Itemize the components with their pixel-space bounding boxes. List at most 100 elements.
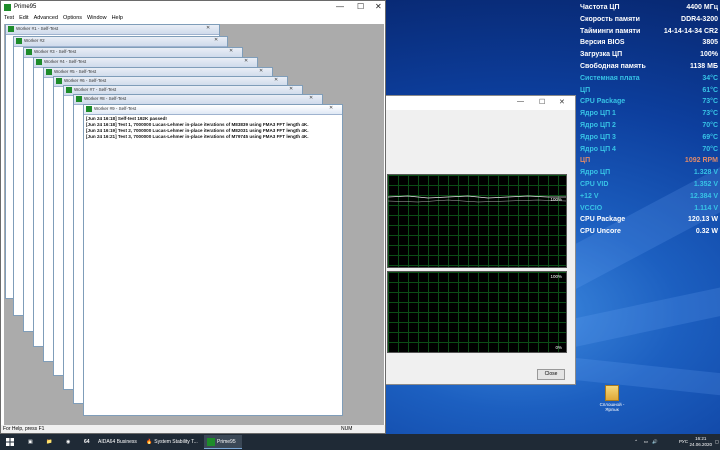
sensor-row: Системная плата 34°C bbox=[580, 73, 718, 85]
sensor-value: 4400 МГц bbox=[686, 4, 718, 11]
mdi-client-area: Worker #1 - Self-Test ✕ Worker #2 ✕ Work… bbox=[4, 24, 384, 426]
taskbar-item-prime95[interactable]: Prime95 bbox=[204, 435, 242, 449]
menu-advanced[interactable]: Advanced bbox=[34, 14, 58, 23]
stability-icon: 🔥 bbox=[146, 439, 153, 445]
shortcut-label: Сплошной - Ярлык bbox=[599, 402, 625, 412]
sensor-label: Свободная память bbox=[580, 62, 646, 70]
sensor-value: 61°C bbox=[702, 86, 718, 94]
sensor-label: Загрузка ЦП bbox=[580, 51, 623, 59]
clock-time: 16:21 bbox=[695, 436, 707, 441]
close-icon[interactable]: ✕ bbox=[274, 77, 278, 83]
notifications-icon[interactable]: ▢ bbox=[715, 434, 719, 450]
num-lock-indicator: NUM bbox=[341, 426, 353, 432]
close-icon[interactable]: ✕ bbox=[259, 68, 263, 74]
worker-window-9[interactable]: Worker #9 - Self-Test ✕ [Jun 24 16:18] S… bbox=[83, 104, 343, 416]
sensor-row: Ядро ЦП 4 70°C bbox=[580, 144, 718, 156]
sensor-value: 73°C bbox=[702, 98, 718, 106]
menu-window[interactable]: Window bbox=[87, 14, 107, 23]
desktop-shortcut[interactable]: Сплошной - Ярлык bbox=[598, 385, 626, 412]
minimize-icon[interactable]: — bbox=[336, 2, 344, 11]
close-icon[interactable]: ✕ bbox=[329, 105, 333, 111]
worker-log: [Jun 24 16:18] Self-test 192K passed! [J… bbox=[84, 115, 342, 141]
volume-icon[interactable]: 🔊 bbox=[652, 434, 658, 450]
sensor-value: 73°C bbox=[702, 110, 718, 118]
close-icon[interactable]: ✕ bbox=[244, 58, 248, 64]
sensor-label: Частота ЦП bbox=[580, 4, 620, 11]
log-line: [Jun 24 16:21] Test 3, 7000000 Lucas-Leh… bbox=[86, 134, 309, 139]
sensor-label: Тайминги памяти bbox=[580, 27, 641, 35]
sensor-row: CPU Package 73°C bbox=[580, 96, 718, 108]
sensor-label: VCCIO bbox=[580, 204, 603, 212]
sensor-value: 12.384 V bbox=[689, 192, 718, 200]
sensor-row: Ядро ЦП 2 70°C bbox=[580, 120, 718, 132]
sensor-row: Тайминги памяти 14-14-14-34 CR2 bbox=[580, 26, 718, 38]
sensor-value: 1.352 V bbox=[693, 180, 718, 188]
sensor-label: CPU Package bbox=[580, 216, 626, 224]
windows-start-icon[interactable] bbox=[6, 438, 14, 446]
prime95-icon bbox=[207, 438, 215, 446]
sensor-label: +12 V bbox=[580, 192, 599, 200]
close-icon[interactable]: ✕ bbox=[214, 37, 218, 43]
clock-date: 24.06.2020 bbox=[689, 442, 712, 447]
sensor-label: CPU Uncore bbox=[580, 228, 621, 236]
sensor-value: 70°C bbox=[702, 145, 718, 153]
sensor-row: CPU VID 1.352 V bbox=[580, 179, 718, 191]
menu-edit[interactable]: Edit bbox=[19, 14, 28, 23]
sensor-label: Скорость памяти bbox=[580, 15, 640, 23]
sensor-row: Загрузка ЦП 100% bbox=[580, 49, 718, 61]
task-view-icon[interactable]: ▣ bbox=[28, 434, 33, 450]
sensor-label: Ядро ЦП 2 bbox=[580, 121, 616, 129]
network-icon[interactable]: ▭ bbox=[644, 434, 648, 450]
sensor-value: 1.328 V bbox=[693, 169, 718, 177]
sensor-overlay: Частота ЦП 4400 МГц Скорость памяти DDR4-3… bbox=[580, 2, 718, 238]
sensor-label: ЦП bbox=[580, 86, 591, 94]
taskbar-item-stability[interactable]: 🔥 System Stability T... bbox=[146, 435, 202, 449]
menu-help[interactable]: Help bbox=[112, 14, 123, 23]
chrome-icon[interactable]: ◉ bbox=[66, 434, 70, 450]
taskbar-item-aida64[interactable]: AIDA64 Business bbox=[84, 435, 142, 449]
close-icon[interactable]: ✕ bbox=[206, 25, 210, 31]
close-icon[interactable]: ✕ bbox=[559, 98, 565, 106]
clock[interactable]: 16:21 24.06.2020 bbox=[689, 436, 712, 448]
prime95-icon bbox=[4, 4, 11, 11]
sensor-label: Ядро ЦП 4 bbox=[580, 145, 616, 153]
window-title: Prime95 bbox=[14, 4, 37, 10]
close-button[interactable]: Close bbox=[537, 369, 565, 380]
temperature-graph: 100% bbox=[387, 174, 567, 268]
sensor-value: DDR4-3200 bbox=[681, 15, 718, 23]
sensor-row: +12 V 12.384 V bbox=[580, 191, 718, 203]
maximize-icon[interactable]: ☐ bbox=[539, 98, 545, 106]
prime95-window: Prime95 — ☐ ✕ Test Edit Advanced Options… bbox=[0, 0, 386, 434]
sensor-row: Ядро ЦП 3 69°C bbox=[580, 132, 718, 144]
close-icon[interactable]: ✕ bbox=[289, 86, 293, 92]
desktop: — ☐ ✕ 100% 100% 0% Close Prime95 — ☐ ✕ T… bbox=[0, 0, 720, 434]
sensor-value: 14-14-14-34 CR2 bbox=[663, 27, 718, 35]
sensor-label: Системная плата bbox=[580, 74, 640, 82]
menu-test[interactable]: Test bbox=[4, 14, 14, 23]
sensor-value: 1138 МБ bbox=[690, 62, 718, 70]
minimize-icon[interactable]: — bbox=[517, 98, 524, 105]
worker-title: Worker #9 - Self-Test bbox=[94, 106, 137, 111]
close-icon[interactable]: ✕ bbox=[229, 48, 233, 54]
status-bar: For Help, press F1 NUM bbox=[1, 425, 385, 433]
maximize-icon[interactable]: ☐ bbox=[357, 2, 364, 11]
menu-bar: Test Edit Advanced Options Window Help bbox=[1, 14, 385, 23]
language-indicator[interactable]: РУС bbox=[679, 434, 688, 450]
close-icon[interactable]: ✕ bbox=[375, 2, 382, 11]
shortcut-icon bbox=[605, 385, 619, 401]
tray-expand-icon[interactable]: ⌃ bbox=[634, 434, 638, 450]
sensor-label: Ядро ЦП 3 bbox=[580, 133, 616, 141]
sensor-label: ЦП bbox=[580, 157, 591, 165]
close-icon[interactable]: ✕ bbox=[309, 95, 313, 101]
sensor-row: Версия BIOS 3805 bbox=[580, 37, 718, 49]
menu-options[interactable]: Options bbox=[63, 14, 82, 23]
status-text: For Help, press F1 bbox=[3, 426, 45, 432]
sensor-value: 1.114 V bbox=[694, 204, 718, 212]
sensor-row: ЦП 61°C bbox=[580, 85, 718, 97]
sensor-label: Версия BIOS bbox=[580, 39, 625, 47]
sensor-label: CPU VID bbox=[580, 180, 609, 188]
sensor-row: CPU Uncore 0.32 W bbox=[580, 226, 718, 238]
file-explorer-icon[interactable]: 📁 bbox=[46, 434, 52, 450]
sensor-label: CPU Package bbox=[580, 98, 626, 106]
sensor-value: 69°C bbox=[702, 133, 718, 141]
